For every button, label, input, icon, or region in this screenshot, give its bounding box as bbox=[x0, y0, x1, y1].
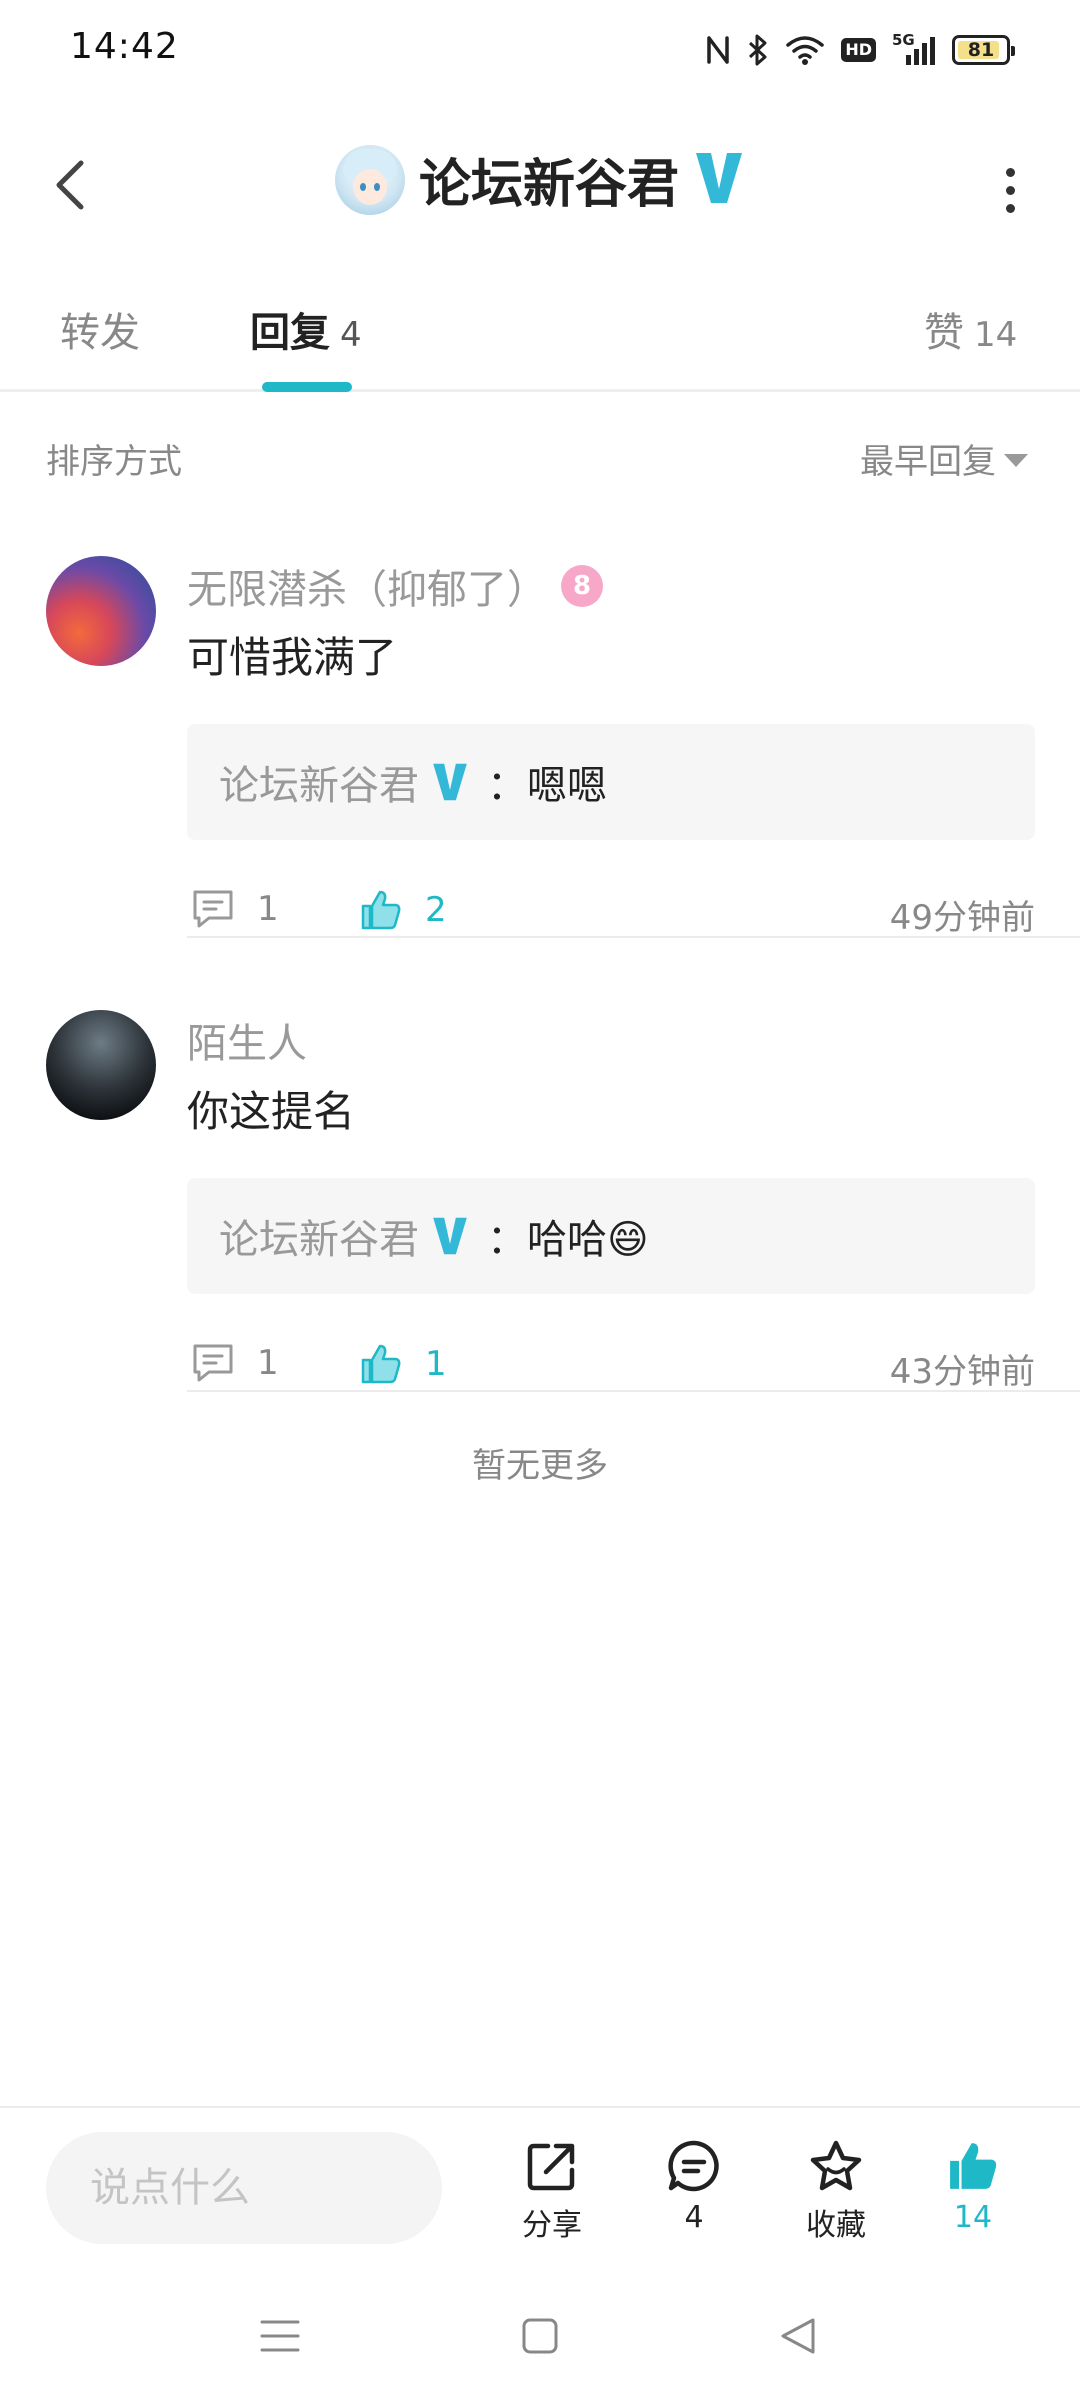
share-label: 分享 bbox=[522, 2208, 582, 2243]
comment-item: 无限潜杀（抑郁了） 8 可惜我满了 论坛新谷君 ：嗯嗯 1 2 49分钟前 bbox=[0, 556, 1080, 938]
like-count: 1 bbox=[425, 1344, 447, 1384]
comment-input[interactable] bbox=[46, 2132, 442, 2244]
signal-icon: 5G bbox=[892, 31, 936, 67]
header-user[interactable]: 论坛新谷君 bbox=[0, 142, 1080, 217]
tab-label: 回复 bbox=[250, 310, 330, 356]
quote-text: ：嗯嗯 bbox=[487, 763, 607, 809]
verified-v-icon bbox=[431, 1214, 469, 1258]
comment-username[interactable]: 无限潜杀（抑郁了） bbox=[187, 557, 547, 615]
menu-nav-button[interactable] bbox=[250, 2306, 310, 2366]
thumbs-up-icon bbox=[361, 1344, 401, 1384]
verified-v-icon bbox=[431, 760, 469, 804]
quote-author: 论坛新谷君 bbox=[219, 763, 419, 809]
favorite-button[interactable]: 收藏 bbox=[781, 2138, 891, 2244]
battery-level: 81 bbox=[967, 39, 995, 61]
wifi-icon bbox=[785, 34, 825, 66]
sort-row: 排序方式 最早回复 bbox=[0, 430, 1080, 490]
like-count: 2 bbox=[425, 890, 447, 930]
more-options-button[interactable] bbox=[980, 160, 1040, 220]
tab-likes[interactable]: 赞 14 bbox=[924, 300, 1017, 358]
quote-text: ：哈哈😄 bbox=[487, 1217, 649, 1263]
avatar[interactable] bbox=[46, 1010, 156, 1120]
quote-author: 论坛新谷君 bbox=[219, 1217, 419, 1263]
tab-label: 赞 bbox=[924, 310, 964, 356]
star-icon bbox=[810, 2140, 862, 2191]
tab-indicator bbox=[262, 382, 352, 392]
share-button[interactable]: 分享 bbox=[497, 2138, 607, 2244]
comment-bubble-icon bbox=[193, 1344, 233, 1382]
like-button[interactable]: 2 bbox=[359, 888, 447, 932]
anime-avatar-icon[interactable] bbox=[334, 144, 405, 215]
tab-label: 转发 bbox=[60, 310, 140, 356]
bluetooth-icon bbox=[747, 33, 769, 67]
favorite-label: 收藏 bbox=[806, 2208, 866, 2243]
hd-icon: HD bbox=[841, 38, 876, 62]
back-triangle-icon bbox=[781, 2318, 815, 2354]
status-icons: HD 5G 81 bbox=[705, 30, 1015, 70]
status-time: 14:42 bbox=[70, 26, 179, 67]
comment-body: 陌生人 你这提名 论坛新谷君 ：哈哈😄 1 1 43分钟前 bbox=[187, 1010, 1080, 1404]
nfc-icon bbox=[705, 34, 731, 66]
comment-actions: 1 1 43分钟前 bbox=[187, 1334, 1035, 1404]
home-square-icon bbox=[522, 2318, 558, 2354]
dropdown-arrow-icon bbox=[1004, 454, 1028, 467]
bottom-action-bar: 分享 4 收藏 14 bbox=[0, 2106, 1080, 2266]
avatar[interactable] bbox=[46, 556, 156, 666]
comment-actions: 1 2 49分钟前 bbox=[187, 880, 1035, 950]
page-title: 论坛新谷君 bbox=[418, 155, 679, 215]
home-nav-button[interactable] bbox=[510, 2306, 570, 2366]
sort-selected: 最早回复 bbox=[860, 442, 996, 482]
reply-button[interactable]: 1 bbox=[191, 888, 279, 930]
comment-count: 4 bbox=[684, 2200, 704, 2235]
comment-username[interactable]: 陌生人 bbox=[187, 1011, 307, 1069]
divider bbox=[187, 1390, 1080, 1392]
reply-button[interactable]: 1 bbox=[191, 1342, 279, 1384]
comment-bubble-icon bbox=[193, 890, 233, 928]
comment-timestamp: 49分钟前 bbox=[889, 898, 1035, 938]
tab-replies[interactable]: 回复 4 bbox=[250, 300, 362, 358]
back-nav-button[interactable] bbox=[768, 2306, 828, 2366]
quoted-reply[interactable]: 论坛新谷君 ：嗯嗯 bbox=[187, 724, 1035, 840]
sort-dropdown[interactable]: 最早回复 bbox=[860, 434, 1028, 483]
share-icon bbox=[527, 2143, 575, 2191]
reply-count: 1 bbox=[257, 889, 279, 929]
level-badge-icon: 8 bbox=[561, 565, 603, 607]
reply-count: 1 bbox=[257, 1343, 279, 1383]
like-button[interactable]: 1 bbox=[359, 1342, 447, 1386]
quoted-reply[interactable]: 论坛新谷君 ：哈哈😄 bbox=[187, 1178, 1035, 1294]
tab-count: 14 bbox=[974, 315, 1018, 355]
comment-count-button[interactable]: 4 bbox=[639, 2138, 749, 2235]
divider bbox=[187, 936, 1080, 938]
comment-icon bbox=[668, 2140, 719, 2192]
like-post-button[interactable]: 14 bbox=[918, 2138, 1028, 2235]
like-post-count: 14 bbox=[953, 2200, 993, 2235]
tab-reposts[interactable]: 转发 bbox=[60, 300, 140, 358]
battery-icon: 81 bbox=[952, 35, 1015, 65]
no-more-text: 暂无更多 bbox=[472, 1446, 608, 1486]
comment-text[interactable]: 可惜我满了 bbox=[187, 624, 1080, 684]
thumbs-up-filled-icon bbox=[950, 2143, 997, 2189]
tab-bar: 转发 回复 4 赞 14 bbox=[0, 290, 1080, 392]
header: 论坛新谷君 bbox=[0, 130, 1080, 240]
status-bar: 14:42 HD 5G 81 bbox=[0, 0, 1080, 100]
tab-count: 4 bbox=[340, 315, 362, 355]
sort-label: 排序方式 bbox=[46, 442, 182, 482]
comment-item: 陌生人 你这提名 论坛新谷君 ：哈哈😄 1 1 43分钟前 bbox=[0, 1010, 1080, 1392]
more-dots-icon bbox=[1005, 167, 1015, 177]
comment-timestamp: 43分钟前 bbox=[889, 1352, 1035, 1392]
verified-v-icon bbox=[693, 149, 745, 211]
comment-body: 无限潜杀（抑郁了） 8 可惜我满了 论坛新谷君 ：嗯嗯 1 2 49分钟前 bbox=[187, 556, 1080, 950]
system-nav-bar bbox=[0, 2268, 1080, 2400]
thumbs-up-icon bbox=[361, 890, 401, 930]
menu-icon bbox=[260, 2320, 300, 2352]
comment-text[interactable]: 你这提名 bbox=[187, 1078, 1080, 1138]
